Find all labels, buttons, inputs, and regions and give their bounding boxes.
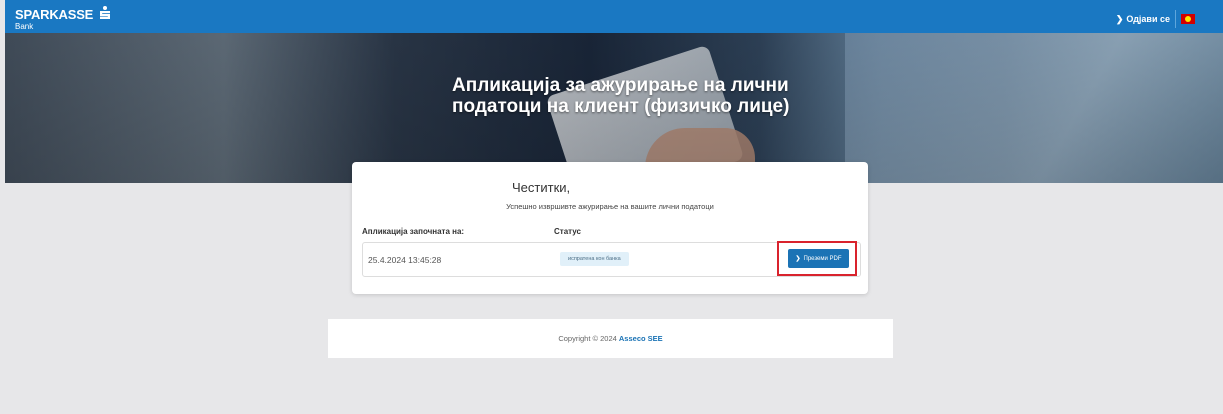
success-message: Успешно извршивте ажурирање на вашите ли… xyxy=(506,202,714,211)
result-card: Честитки, Успешно извршивте ажурирање на… xyxy=(352,162,868,294)
chevron-right-icon: ❯ xyxy=(795,256,801,262)
hero-banner: Апликација за ажурирање на лични податоц… xyxy=(5,33,1223,183)
sparkasse-logo[interactable]: SPARKASSE Bank xyxy=(15,6,110,31)
column-header-started: Апликација започната на: xyxy=(362,227,465,236)
application-row: 25.4.2024 13:45:28 испратена кон банка ❯… xyxy=(362,241,861,277)
download-pdf-button[interactable]: ❯ Преземи PDF xyxy=(788,249,849,268)
top-actions: ❯ Одјави се xyxy=(1116,10,1195,28)
logout-link[interactable]: Одјави се xyxy=(1126,14,1170,24)
column-header-status: Статус xyxy=(554,227,581,236)
page-title-line-1: Апликација за ажурирање на лични xyxy=(452,75,789,96)
brand-name: SPARKASSE xyxy=(15,7,94,22)
brand-subtitle: Bank xyxy=(15,22,34,31)
copyright-text: Copyright © 2024 Asseco SEE xyxy=(328,334,893,343)
divider xyxy=(1175,10,1176,28)
top-navbar: SPARKASSE Bank ❯ Одјави се xyxy=(5,0,1223,33)
footer: Copyright © 2024 Asseco SEE xyxy=(328,319,893,358)
congrats-heading: Честитки, xyxy=(512,180,571,195)
macedonian-flag-icon[interactable] xyxy=(1181,14,1195,24)
page-title: Апликација за ажурирање на лични податоц… xyxy=(452,75,789,117)
chevron-right-icon: ❯ xyxy=(1115,13,1124,24)
download-pdf-label: Преземи PDF xyxy=(803,255,842,262)
page-title-line-2: податоци на клиент (физичко лице) xyxy=(452,96,790,117)
copyright-label: Copyright © 2024 xyxy=(558,334,617,343)
asseco-link[interactable]: Asseco SEE xyxy=(619,334,663,343)
application-date: 25.4.2024 13:45:28 xyxy=(368,255,442,265)
sparkasse-s-icon xyxy=(99,6,110,19)
status-badge: испратена кон банка xyxy=(560,252,629,266)
